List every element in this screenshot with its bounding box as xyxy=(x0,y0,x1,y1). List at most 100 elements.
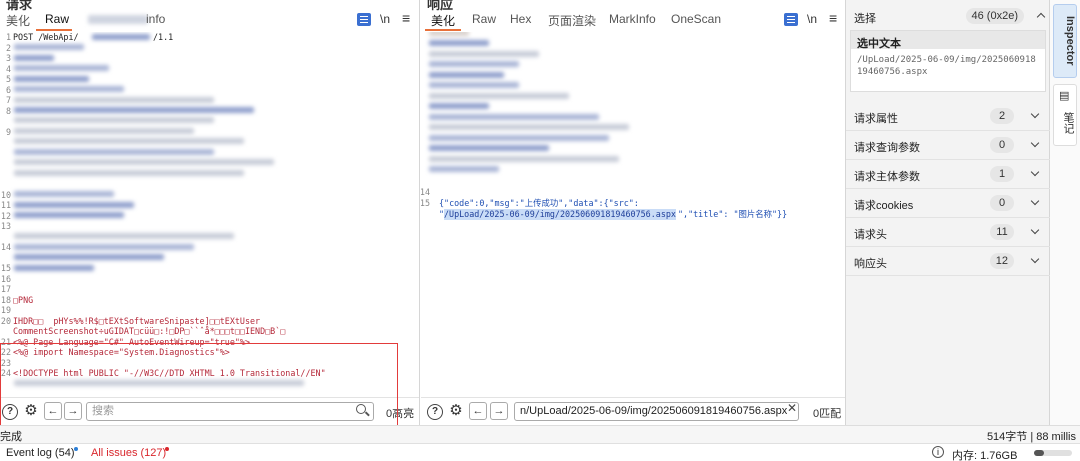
redaction xyxy=(14,202,134,208)
tab-render[interactable]: 页面渲染 xyxy=(548,12,596,29)
request-search-input[interactable]: 搜索 xyxy=(86,402,374,421)
clear-search-icon[interactable]: ✕ xyxy=(787,401,797,415)
tab-notes[interactable]: ▤ 笔记 xyxy=(1053,84,1077,146)
selection-label: 选择 xyxy=(854,13,876,25)
row-body-params[interactable]: 请求主体参数 1 xyxy=(846,160,1050,189)
row-query-params[interactable]: 请求查询参数 0 xyxy=(846,131,1050,160)
redaction xyxy=(14,44,84,50)
issues-dot xyxy=(165,447,169,451)
redaction xyxy=(14,254,164,260)
redaction xyxy=(14,128,194,134)
newline-toggle[interactable]: \n xyxy=(380,12,390,26)
row-cookies[interactable]: 请求cookies 0 xyxy=(846,189,1050,218)
tab-notes-label: 笔记 xyxy=(1062,112,1074,134)
tab-info[interactable]: info xyxy=(146,12,165,26)
tab-pretty[interactable]: 美化 xyxy=(6,12,30,29)
png-line: □PNG xyxy=(13,294,34,305)
settings-gear-icon[interactable]: ⚙ xyxy=(22,402,40,420)
http-version: /1.1 xyxy=(153,32,174,42)
redaction xyxy=(14,159,274,165)
inspector-panel: 选择 46 (0x2e) 选中文本 /UpLoad/2025-06-09/img… xyxy=(846,0,1050,425)
row-count: 0 xyxy=(990,195,1014,211)
response-search-input[interactable]: n/UpLoad/2025-06-09/img/2025060918194607… xyxy=(514,402,799,421)
response-match-count: 0匹配 xyxy=(813,408,842,420)
redaction xyxy=(14,138,244,144)
selection-row[interactable]: 选择 46 (0x2e) xyxy=(846,0,1050,30)
tab-raw[interactable]: Raw xyxy=(45,12,69,26)
help-icon[interactable]: ? xyxy=(427,404,443,420)
redaction xyxy=(429,82,519,88)
event-log-link[interactable]: Event log (54) xyxy=(6,447,74,459)
notes-icon: ▤ xyxy=(1059,90,1070,102)
all-issues-link[interactable]: All issues (127) xyxy=(91,447,166,459)
menu-icon[interactable]: ≡ xyxy=(829,10,837,26)
redaction xyxy=(429,156,619,162)
chevron-down-icon[interactable] xyxy=(1030,138,1040,148)
request-match-count: 0高亮 xyxy=(386,408,415,420)
redaction xyxy=(14,244,194,250)
status-text: 完成 xyxy=(0,431,22,443)
row-count: 1 xyxy=(990,166,1014,182)
help-icon[interactable]: ? xyxy=(2,404,18,420)
row-label: 请求查询参数 xyxy=(854,142,920,154)
request-tabbar: 美化 Raw info \n ≡ xyxy=(0,10,419,31)
row-request-attributes[interactable]: 请求属性 2 xyxy=(846,102,1050,131)
next-match-button[interactable]: → xyxy=(490,402,508,420)
tab-onescan[interactable]: OneScan xyxy=(671,12,721,26)
info-icon[interactable]: i xyxy=(932,446,944,458)
next-match-button[interactable]: → xyxy=(64,402,82,420)
active-tab-indicator xyxy=(36,29,72,31)
row-count: 11 xyxy=(990,224,1014,240)
tab-hex[interactable]: Hex xyxy=(510,12,531,26)
newline-toggle[interactable]: \n xyxy=(807,12,817,26)
redaction xyxy=(14,65,109,71)
prev-match-button[interactable]: ← xyxy=(469,402,487,420)
response-pane: 响应 美化 Raw Hex 页面渲染 MarkInfo OneScan \n ≡… xyxy=(421,0,846,425)
chevron-down-icon[interactable] xyxy=(1030,109,1040,119)
redaction xyxy=(14,117,214,123)
redaction xyxy=(429,135,609,141)
tab-raw[interactable]: Raw xyxy=(472,12,496,26)
pretty-toggle-icon[interactable] xyxy=(357,13,371,26)
memory-bar xyxy=(1034,450,1072,456)
chevron-down-icon[interactable] xyxy=(1030,196,1040,206)
row-label: 请求头 xyxy=(854,229,887,241)
json-line-15: {"code":0,"msg":"上传成功","data":{"src": xyxy=(439,198,639,208)
chevron-down-icon[interactable] xyxy=(1030,254,1040,264)
response-editor[interactable]: 14 15 {"code":0,"msg":"上传成功","data":{"sr… xyxy=(421,32,845,397)
redaction xyxy=(429,61,519,67)
request-editor[interactable]: 1 POST /WebApi/ /1.1 2 3 4 5 6 7 8 9 10 … xyxy=(0,32,419,397)
tab-inspector[interactable]: Inspector xyxy=(1053,4,1077,78)
request-search-bar: ? ⚙ ← → 搜索 0高亮 xyxy=(0,397,419,425)
redaction xyxy=(429,145,549,151)
redaction xyxy=(92,34,150,40)
settings-gear-icon[interactable]: ⚙ xyxy=(447,402,465,420)
row-response-headers[interactable]: 响应头 12 xyxy=(846,247,1050,276)
row-count: 2 xyxy=(990,108,1014,124)
row-count: 12 xyxy=(989,253,1014,269)
memory-bar-fill xyxy=(1034,450,1044,456)
tab-markinfo[interactable]: MarkInfo xyxy=(609,12,656,26)
row-count: 0 xyxy=(990,137,1014,153)
search-icon xyxy=(356,404,366,414)
tab-pretty[interactable]: 美化 xyxy=(431,12,455,29)
chevron-down-icon[interactable] xyxy=(1030,225,1040,235)
redaction xyxy=(429,103,489,109)
chevron-up-icon[interactable] xyxy=(1036,12,1046,22)
prev-match-button[interactable]: ← xyxy=(44,402,62,420)
request-line: POST /WebApi/ xyxy=(13,32,79,42)
row-label: 响应头 xyxy=(854,258,887,270)
comment-line: CommentScreenshot÷uGIDAT□cüü□:!□DP□``ˆå*… xyxy=(13,326,286,336)
menu-icon[interactable]: ≡ xyxy=(402,10,410,26)
redaction xyxy=(14,55,54,61)
pretty-toggle-icon[interactable] xyxy=(784,13,798,26)
row-request-headers[interactable]: 请求头 11 xyxy=(846,218,1050,247)
redaction xyxy=(14,380,304,386)
selected-text-header: 选中文本 xyxy=(851,31,1045,50)
redaction xyxy=(429,166,499,172)
side-tabs: Inspector ▤ 笔记 xyxy=(1050,0,1080,425)
redaction xyxy=(14,191,114,197)
chevron-down-icon[interactable] xyxy=(1030,167,1040,177)
redaction xyxy=(14,265,94,271)
selected-path[interactable]: /UpLoad/2025-06-09/img/20250609181946075… xyxy=(444,209,676,220)
